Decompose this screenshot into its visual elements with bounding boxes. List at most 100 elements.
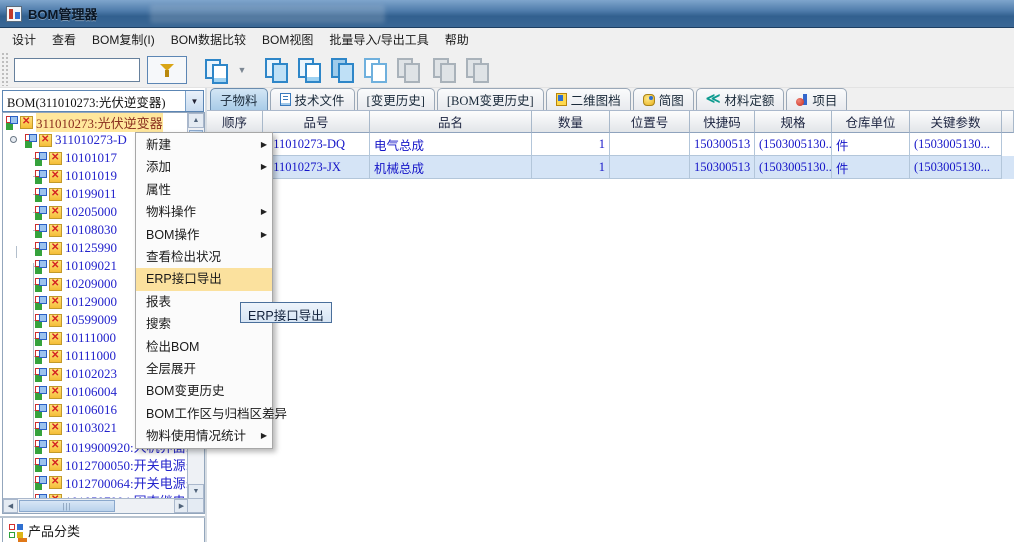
tab-label: [BOM变更历史] (447, 90, 534, 109)
cell-quantity: 1 (532, 133, 610, 156)
column-header-part-name[interactable]: 品名 (370, 111, 532, 133)
menu-item-label: 物料使用情况统计 (146, 429, 246, 443)
tree-item[interactable]: 1012700050:开关电源:1 (3, 455, 187, 473)
scroll-down-icon[interactable]: ▼ (188, 484, 204, 499)
tab-sketch[interactable]: 简图 (633, 88, 694, 110)
bom-copy-button[interactable] (200, 56, 230, 84)
tab-label: 简图 (659, 90, 684, 109)
bom-node-icon (35, 368, 48, 381)
tab-material-quota[interactable]: ≪ 材料定额 (696, 88, 785, 110)
column-header-part-number[interactable]: 品号 (263, 111, 370, 133)
menu-item-label: 查看检出状况 (146, 250, 221, 264)
copy-variant-icon[interactable] (296, 57, 320, 81)
blurred-watermark (150, 5, 385, 23)
horizontal-scroll-thumb[interactable]: ||| (19, 500, 115, 512)
bom-node-icon (35, 386, 48, 399)
bom-node-icon (6, 116, 19, 129)
tab-2d-drawings[interactable]: 二维图档 (546, 88, 631, 110)
context-menu-item-bom-change-history[interactable]: BOM变更历史 (136, 380, 272, 402)
checkout-status-icon (49, 242, 62, 255)
bom-node-icon (35, 440, 48, 453)
checkout-status-icon (20, 116, 33, 129)
menu-help[interactable]: 帮助 (437, 29, 477, 50)
column-header-shortcut-code[interactable]: 快捷码 (690, 111, 755, 133)
bom-manager-window: BOM管理器 设计 查看 BOM复制(I) BOM数据比较 BOM视图 批量导入… (0, 0, 1014, 542)
menu-bar: 设计 查看 BOM复制(I) BOM数据比较 BOM视图 批量导入/导出工具 帮… (0, 28, 1014, 50)
cell-part-number: 311010273-DQ (263, 133, 370, 156)
copy-icon[interactable] (263, 57, 287, 81)
tab-label: 二维图档 (571, 90, 621, 109)
cell-part-name: 机械总成 (370, 156, 532, 179)
menu-item-label: 报表 (146, 295, 171, 309)
toolbar-grip[interactable] (1, 52, 10, 86)
context-menu-item-properties[interactable]: 属性 (136, 179, 272, 201)
submenu-arrow-icon: ▶ (261, 134, 267, 156)
tab-change-history[interactable]: [变更历史] (357, 88, 435, 110)
context-menu-item-erp-export[interactable]: ERP接口导出 (136, 268, 272, 290)
tree-item-root[interactable]: 311010273:光伏逆变器 (3, 113, 187, 131)
column-header-key-parameters[interactable]: 关键参数 (910, 111, 1002, 133)
checkout-status-icon (49, 440, 62, 453)
menu-batch-import-export[interactable]: 批量导入/导出工具 (321, 29, 436, 50)
bom-copy-dropdown[interactable]: ▼ (234, 62, 250, 78)
scroll-up-icon[interactable]: ▲ (188, 113, 204, 128)
context-menu-item-view-checkout-status[interactable]: 查看检出状况 (136, 246, 272, 268)
submenu-arrow-icon: ▶ (261, 201, 267, 223)
paste-variant-icon[interactable] (362, 57, 386, 81)
column-header-sequence[interactable]: 顺序 (207, 111, 263, 133)
menu-view[interactable]: 查看 (44, 29, 84, 50)
column-header-warehouse-unit[interactable]: 仓库单位 (832, 111, 910, 133)
paste-icon[interactable] (329, 57, 353, 81)
column-header-quantity[interactable]: 数量 (532, 111, 610, 133)
menu-bom-data-compare[interactable]: BOM数据比较 (163, 29, 254, 50)
table-row-selected[interactable]: 311010273-JX 机械总成 1 150300513 (150300513… (207, 156, 1014, 179)
context-menu-item-new[interactable]: 新建▶ (136, 134, 272, 156)
context-menu-item-bom-ops[interactable]: BOM操作▶ (136, 224, 272, 246)
menu-bom-copy[interactable]: BOM复制(I) (84, 29, 163, 50)
context-menu-item-checkout-bom[interactable]: 检出BOM (136, 336, 272, 358)
tab-sub-materials[interactable]: 子物料 (210, 88, 268, 110)
tree-item-label: 10205000 (65, 204, 117, 220)
column-header-position[interactable]: 位置号 (610, 111, 690, 133)
filter-button[interactable] (147, 56, 187, 84)
tree-item[interactable]: 1012700064:开关电源:1 (3, 473, 187, 491)
menu-item-label: 物料操作 (146, 205, 196, 219)
column-header-spec[interactable]: 规格 (755, 111, 832, 133)
checkout-status-icon (49, 386, 62, 399)
tab-label: 子物料 (220, 90, 258, 109)
search-input[interactable] (14, 58, 140, 82)
tree-expand-handle[interactable] (10, 136, 17, 143)
chevron-down-icon[interactable]: ▼ (185, 91, 203, 111)
title-bar[interactable]: BOM管理器 (0, 0, 1014, 28)
context-menu-item-material-usage-stats[interactable]: 物料使用情况统计▶ (136, 425, 272, 447)
tab-project[interactable]: 项目 (786, 88, 847, 110)
context-menu: 新建▶ 添加▶ 属性 物料操作 ▶ BOM操作▶ 查看检出状况 ERP接口导出 报… (135, 132, 273, 449)
bom-node-icon (35, 476, 48, 489)
context-menu-item-add[interactable]: 添加▶ (136, 156, 272, 178)
bom-node-icon (35, 422, 48, 435)
bom-node-icon (35, 224, 48, 237)
menu-bom-views[interactable]: BOM视图 (254, 29, 321, 50)
menu-design[interactable]: 设计 (4, 29, 44, 50)
bom-node-icon (35, 170, 48, 183)
cell-shortcut-code: 150300513 (690, 133, 755, 156)
bom-node-icon (35, 350, 48, 363)
tree-horizontal-scrollbar[interactable]: ◀ ||| ▶ (3, 498, 189, 513)
tab-bom-change-history[interactable]: [BOM变更历史] (437, 88, 544, 110)
scroll-left-icon[interactable]: ◀ (3, 499, 18, 513)
context-menu-item-expand-all[interactable]: 全层展开 (136, 358, 272, 380)
tree-item-label: 10101017 (65, 150, 117, 166)
product-category-panel[interactable]: 产品分类 (2, 518, 205, 542)
context-menu-item-workspace-archive-diff[interactable]: BOM工作区与归档区差异 (136, 403, 272, 425)
filter-icon (159, 62, 175, 78)
tab-label: [变更历史] (367, 90, 425, 109)
checkout-status-icon (39, 134, 52, 147)
tab-technical-documents[interactable]: 技术文件 (270, 88, 355, 110)
bom-selector[interactable]: BOM(311010273:光伏逆变器) ▼ (2, 90, 204, 112)
material-quota-icon: ≪ (706, 94, 721, 106)
sketch-icon (643, 94, 655, 106)
table-row[interactable]: 311010273-DQ 电气总成 1 150300513 (150300513… (207, 133, 1014, 156)
scrollbar-corner (187, 498, 204, 513)
menu-item-label: 检出BOM (146, 340, 199, 354)
context-menu-item-material-ops[interactable]: 物料操作 ▶ (136, 201, 272, 223)
